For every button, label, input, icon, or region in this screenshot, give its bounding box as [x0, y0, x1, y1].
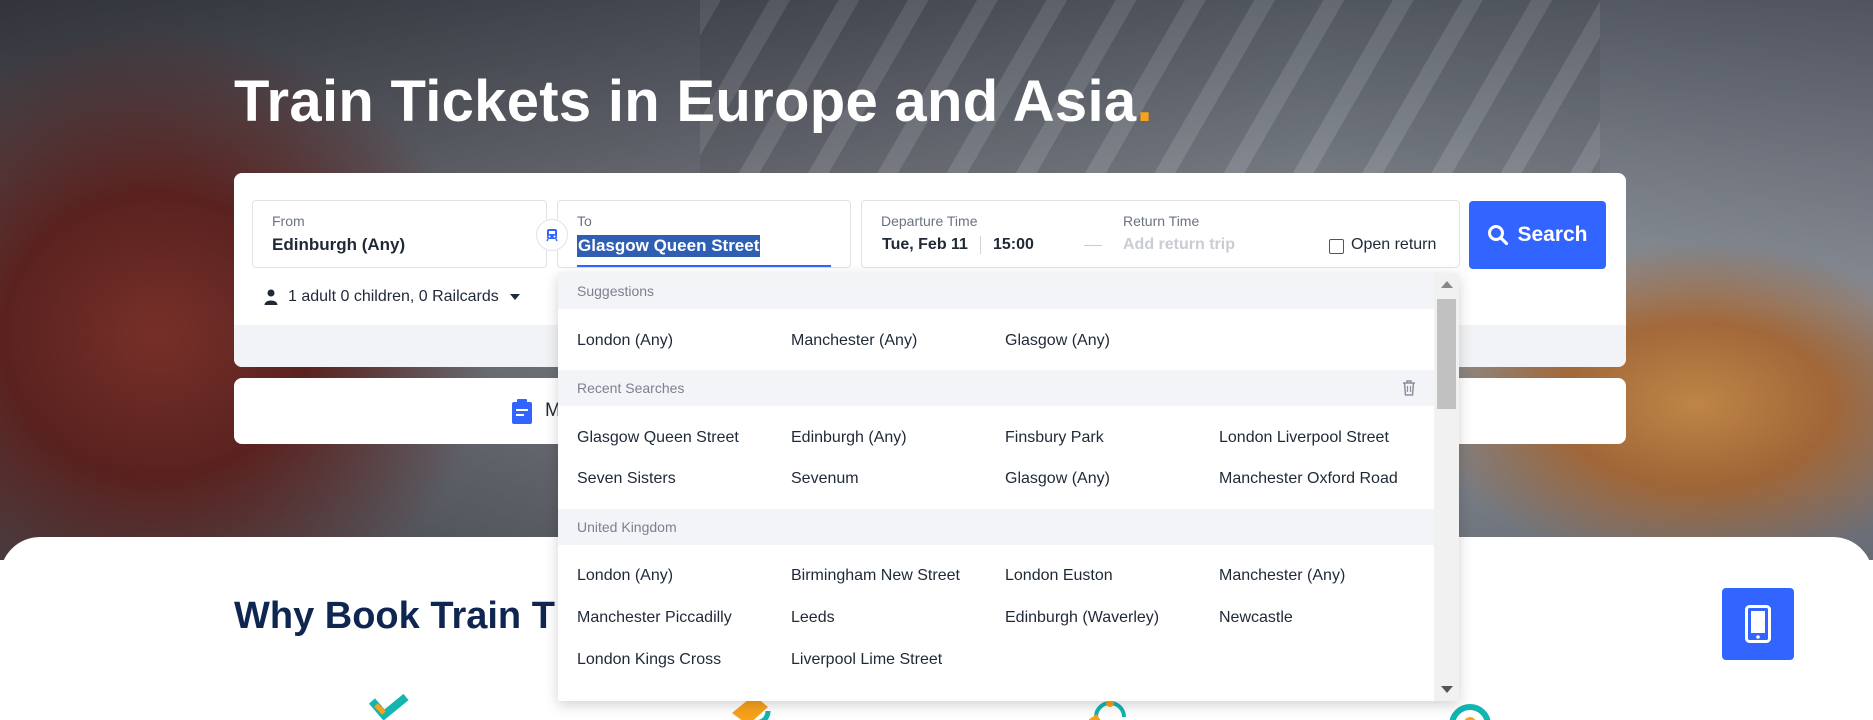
to-label: To: [577, 213, 592, 229]
passenger-summary: 1 adult 0 children, 0 Railcards: [288, 288, 499, 305]
station-item[interactable]: Liverpool Lime Street: [791, 651, 942, 669]
swap-stations-button[interactable]: [536, 219, 568, 251]
recent-search-item[interactable]: Edinburgh (Any): [791, 429, 907, 447]
recent-searches-header: Recent Searches: [558, 370, 1434, 406]
to-field[interactable]: To Glasgow Queen Street: [557, 200, 851, 268]
date-field[interactable]: Departure Time Tue, Feb 11 15:00 Return …: [861, 200, 1460, 268]
from-value[interactable]: Edinburgh (Any): [272, 235, 405, 255]
suggestion-item[interactable]: Manchester (Any): [791, 332, 917, 350]
suggestion-item[interactable]: London (Any): [577, 332, 673, 350]
from-field[interactable]: From Edinburgh (Any): [252, 200, 547, 268]
to-field-focus-underline: [577, 265, 831, 267]
check-badge-icon: [368, 693, 409, 720]
why-book-heading: Why Book Train T: [234, 595, 555, 637]
recent-search-item[interactable]: Seven Sisters: [577, 470, 676, 488]
recent-search-item[interactable]: London Liverpool Street: [1219, 429, 1389, 447]
title-dot: .: [1136, 69, 1153, 134]
return-trip-input[interactable]: Add return trip: [1123, 236, 1235, 254]
search-icon: [1488, 225, 1509, 246]
train-icon: [546, 229, 558, 242]
recent-search-item[interactable]: Glasgow Queen Street: [577, 429, 739, 447]
trash-icon[interactable]: [1402, 380, 1416, 396]
person-icon: [264, 289, 278, 305]
date-time-divider: [980, 236, 981, 254]
scroll-up-arrow-icon[interactable]: [1441, 281, 1453, 288]
date-range-dash: [1084, 245, 1102, 246]
recent-search-item[interactable]: Sevenum: [791, 470, 859, 488]
station-item[interactable]: London (Any): [577, 567, 673, 585]
from-label: From: [272, 213, 305, 229]
search-button[interactable]: Search: [1469, 201, 1606, 269]
to-input[interactable]: Glasgow Queen Street: [577, 235, 761, 257]
dropdown-list: Suggestions London (Any) Manchester (Any…: [558, 273, 1434, 701]
station-item[interactable]: Manchester (Any): [1219, 567, 1345, 585]
recent-search-item[interactable]: Finsbury Park: [1005, 429, 1104, 447]
station-item[interactable]: London Kings Cross: [577, 651, 721, 669]
page-title: Train Tickets in Europe and Asia.: [234, 69, 1153, 134]
mobile-app-button[interactable]: [1722, 588, 1794, 660]
passenger-selector[interactable]: 1 adult 0 children, 0 Railcards: [264, 288, 521, 306]
station-item[interactable]: Newcastle: [1219, 609, 1293, 627]
open-return-checkbox[interactable]: [1329, 239, 1344, 254]
station-item[interactable]: London Euston: [1005, 567, 1113, 585]
scroll-down-arrow-icon[interactable]: [1441, 686, 1453, 693]
united-kingdom-header: United Kingdom: [558, 509, 1434, 545]
scrollbar-thumb[interactable]: [1437, 299, 1456, 409]
clipboard-icon: [512, 399, 532, 424]
return-label: Return Time: [1123, 213, 1200, 229]
recent-search-item[interactable]: Manchester Oxford Road: [1219, 470, 1398, 488]
departure-label: Departure Time: [881, 213, 978, 229]
station-item[interactable]: Edinburgh (Waverley): [1005, 609, 1159, 627]
dropdown-scrollbar[interactable]: [1434, 273, 1459, 701]
departure-time[interactable]: 15:00: [993, 236, 1034, 254]
recent-search-item[interactable]: Glasgow (Any): [1005, 470, 1110, 488]
search-button-label: Search: [1517, 223, 1588, 246]
united-kingdom-header-label: United Kingdom: [577, 519, 677, 535]
station-item[interactable]: Leeds: [791, 609, 835, 627]
suggestion-item[interactable]: Glasgow (Any): [1005, 332, 1110, 350]
caret-down-icon: [509, 294, 520, 300]
station-suggestions-dropdown[interactable]: Suggestions London (Any) Manchester (Any…: [558, 273, 1459, 701]
station-item[interactable]: Birmingham New Street: [791, 567, 960, 585]
suggestions-header: Suggestions: [558, 273, 1434, 309]
suggestions-header-label: Suggestions: [577, 283, 655, 299]
departure-date[interactable]: Tue, Feb 11: [882, 236, 968, 254]
open-return-label[interactable]: Open return: [1351, 236, 1436, 254]
mobile-phone-icon: [1745, 605, 1771, 643]
recent-searches-header-label: Recent Searches: [577, 380, 685, 396]
station-item[interactable]: Manchester Piccadilly: [577, 609, 732, 627]
